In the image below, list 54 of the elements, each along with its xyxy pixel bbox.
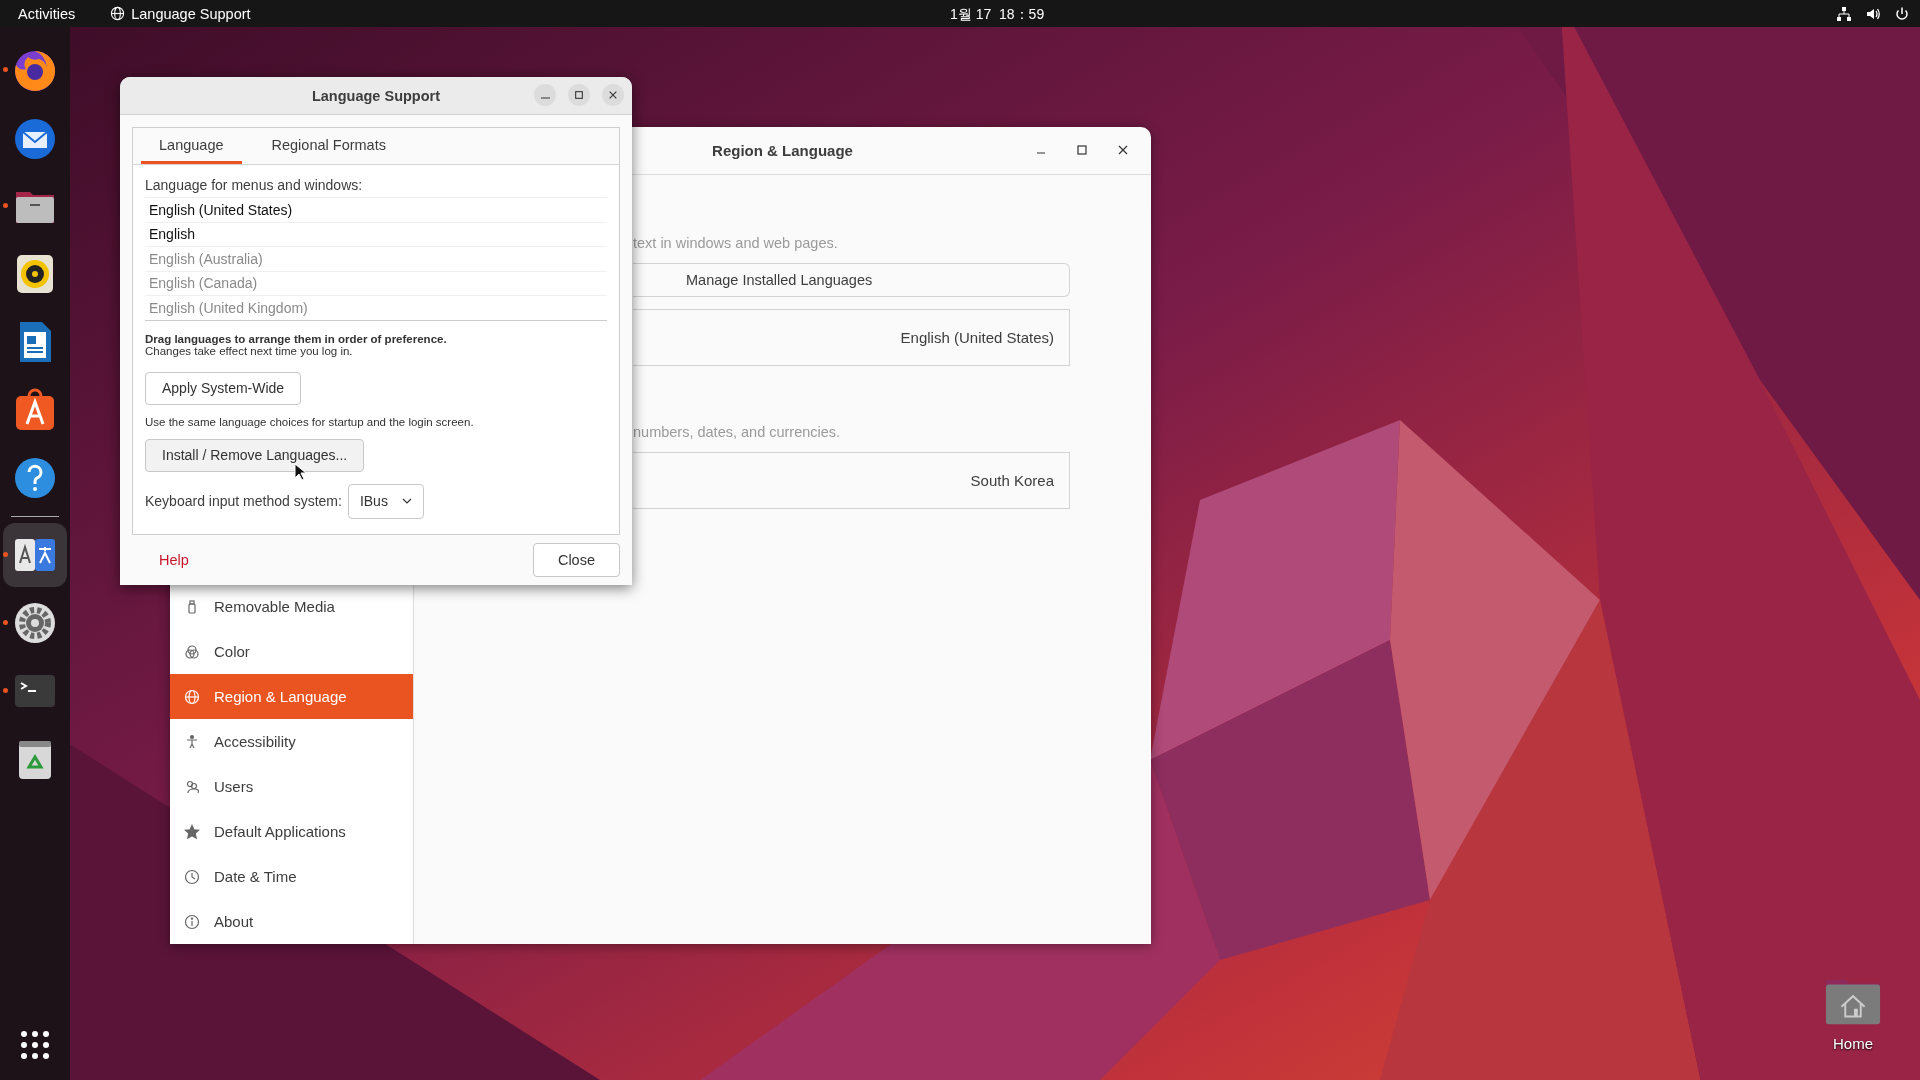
- keyboard-input-label: Keyboard input method system:: [145, 493, 342, 509]
- apply-system-wide-button[interactable]: Apply System-Wide: [145, 371, 302, 405]
- mouse-pointer-icon: [294, 463, 306, 481]
- globe-icon: [184, 688, 200, 705]
- section-description: numbers, dates, and currencies.: [633, 424, 842, 440]
- window-title: Region & Language: [712, 142, 853, 159]
- power-icon[interactable]: [1894, 5, 1910, 22]
- close-icon: [608, 90, 618, 100]
- app-grid-icon[interactable]: [20, 1030, 50, 1060]
- desktop-icon-label: Home: [1833, 1035, 1873, 1052]
- close-button[interactable]: [602, 84, 624, 106]
- sidebar-item[interactable]: Users: [170, 764, 413, 809]
- close-icon[interactable]: [1117, 144, 1129, 156]
- sidebar-item[interactable]: Color: [170, 629, 413, 674]
- dock-item-active[interactable]: [3, 523, 67, 587]
- activities-button[interactable]: Activities: [18, 5, 76, 22]
- changes-note: Changes take effect next time you log in.: [145, 344, 354, 357]
- clock-icon: [184, 868, 200, 885]
- language-list-item[interactable]: English (United States): [145, 197, 607, 222]
- apply-note: Use the same language choices for startup and the login screen.: [145, 415, 475, 428]
- language-list-item[interactable]: English: [145, 221, 607, 246]
- star-icon: [184, 823, 200, 840]
- users-icon: [184, 778, 200, 795]
- language-row[interactable]: English (United States): [633, 309, 1070, 366]
- sidebar-item[interactable]: Accessibility: [170, 719, 413, 764]
- globe-icon: [110, 6, 126, 21]
- tab[interactable]: Regional Formats: [253, 128, 404, 164]
- formats-row[interactable]: South Korea: [633, 452, 1070, 509]
- sidebar-item[interactable]: Region & Language: [170, 674, 413, 719]
- install-remove-languages-button[interactable]: Install / Remove Languages...: [145, 438, 365, 472]
- input-method-dropdown[interactable]: IBus: [347, 483, 424, 519]
- manage-languages-button[interactable]: Manage Installed Languages: [633, 263, 1070, 297]
- drag-hint: Drag languages to arrange them in order of preference.: [145, 332, 448, 345]
- maximize-icon: [574, 90, 584, 100]
- info-icon: [184, 913, 200, 930]
- minimize-icon: [540, 97, 550, 99]
- maximize-icon[interactable]: [1076, 144, 1088, 156]
- list-label: Language for menus and windows:: [145, 177, 364, 193]
- section-description: text in windows and web pages.: [633, 235, 839, 251]
- minimize-button[interactable]: [534, 84, 556, 106]
- color-circles-icon: [184, 643, 200, 660]
- caret-icon: [401, 498, 412, 504]
- network-icon[interactable]: [1836, 5, 1852, 22]
- dialog-title: Language Support: [311, 87, 441, 104]
- help-link[interactable]: Help: [159, 552, 189, 568]
- close-dialog-button[interactable]: Close: [532, 543, 620, 577]
- sidebar-item[interactable]: Date & Time: [170, 854, 413, 899]
- app-menu[interactable]: Language Support: [131, 5, 251, 22]
- person-icon: [184, 733, 200, 750]
- sidebar-item[interactable]: Default Applications: [170, 809, 413, 854]
- clock[interactable]: 1월 17 18：59: [950, 6, 1045, 24]
- sidebar-item[interactable]: About: [170, 899, 413, 944]
- maximize-button[interactable]: [568, 84, 590, 106]
- sidebar-item[interactable]: Removable Media: [170, 584, 413, 629]
